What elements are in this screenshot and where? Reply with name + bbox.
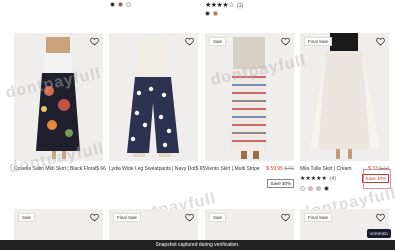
product-card[interactable]: Lydia Wide Leg Sweatpants | Navy Dot $ 6…	[109, 33, 205, 172]
heart-icon[interactable]	[185, 37, 194, 46]
highlight-box	[363, 169, 391, 189]
swatch-black[interactable]	[110, 2, 115, 7]
product-image[interactable]	[109, 33, 198, 161]
discount-badge: Save 30%	[267, 179, 294, 188]
sale-badge: Sale	[209, 37, 227, 46]
product-card[interactable]: Cosette Satin Midi Skirt | Black Floral …	[14, 33, 106, 172]
rating-stars: ★★★★☆	[205, 2, 234, 9]
swatch-cream[interactable]	[300, 186, 305, 191]
swatch-orange[interactable]	[213, 11, 218, 16]
swatch-grey[interactable]	[316, 186, 321, 191]
heart-icon[interactable]	[376, 37, 385, 46]
previous-products-row: ★★★★☆ (1)	[0, 0, 395, 24]
color-swatches	[110, 2, 131, 7]
product-photo	[127, 37, 179, 157]
product-title[interactable]: Viento Skirt | Multi Stripe	[205, 166, 260, 172]
swatch-white[interactable]	[126, 2, 131, 7]
heart-icon[interactable]	[376, 213, 385, 222]
product-image[interactable]: Sale	[205, 33, 294, 161]
swatch-black[interactable]	[324, 186, 329, 191]
sale-badge: Sale	[18, 213, 36, 222]
swatch-pink[interactable]	[308, 186, 313, 191]
final-sale-badge: Final Sale	[113, 213, 142, 222]
product-price: $ 66	[96, 166, 106, 172]
rating-count: (1)	[236, 3, 243, 9]
product-title[interactable]: Mila Tulle Skirt | Cream	[300, 166, 352, 172]
sale-badge: Sale	[209, 213, 227, 222]
final-sale-badge: Final Sale	[304, 213, 333, 222]
rating: ★★★★☆ (1)	[205, 1, 243, 9]
product-photo	[36, 37, 80, 159]
heart-icon[interactable]	[90, 37, 99, 46]
heart-icon[interactable]	[281, 37, 290, 46]
product-title[interactable]: Cosette Satin Midi Skirt | Black Floral	[14, 166, 96, 172]
heart-icon[interactable]	[281, 213, 290, 222]
product-price: $ 65	[195, 166, 206, 172]
color-swatches	[205, 11, 218, 16]
rating-count: (4)	[329, 176, 337, 182]
product-image[interactable]	[14, 33, 103, 161]
product-card[interactable]: Final Sale Mila Tulle Skirt | Cream $ 33…	[300, 33, 391, 191]
verified-badge: VERIFIED	[366, 229, 391, 238]
heart-icon[interactable]	[90, 213, 99, 222]
product-image[interactable]: Final Sale	[300, 33, 389, 161]
product-photo	[310, 33, 380, 159]
heart-icon[interactable]	[185, 213, 194, 222]
rating: ★★★★★ (4)	[300, 175, 336, 182]
swatch-black[interactable]	[205, 11, 210, 16]
product-card[interactable]: Sale Viento Skirt | Multi Stripe $ 59.95…	[205, 33, 294, 190]
product-title[interactable]: Lydia Wide Leg Sweatpants | Navy Dot	[109, 166, 195, 172]
swatch-brown[interactable]	[118, 2, 123, 7]
final-sale-badge: Final Sale	[304, 37, 333, 46]
rating-stars: ★★★★★	[300, 176, 327, 182]
caption-bar: Snapshot captured during verification.	[0, 240, 395, 250]
product-photo	[231, 37, 267, 159]
